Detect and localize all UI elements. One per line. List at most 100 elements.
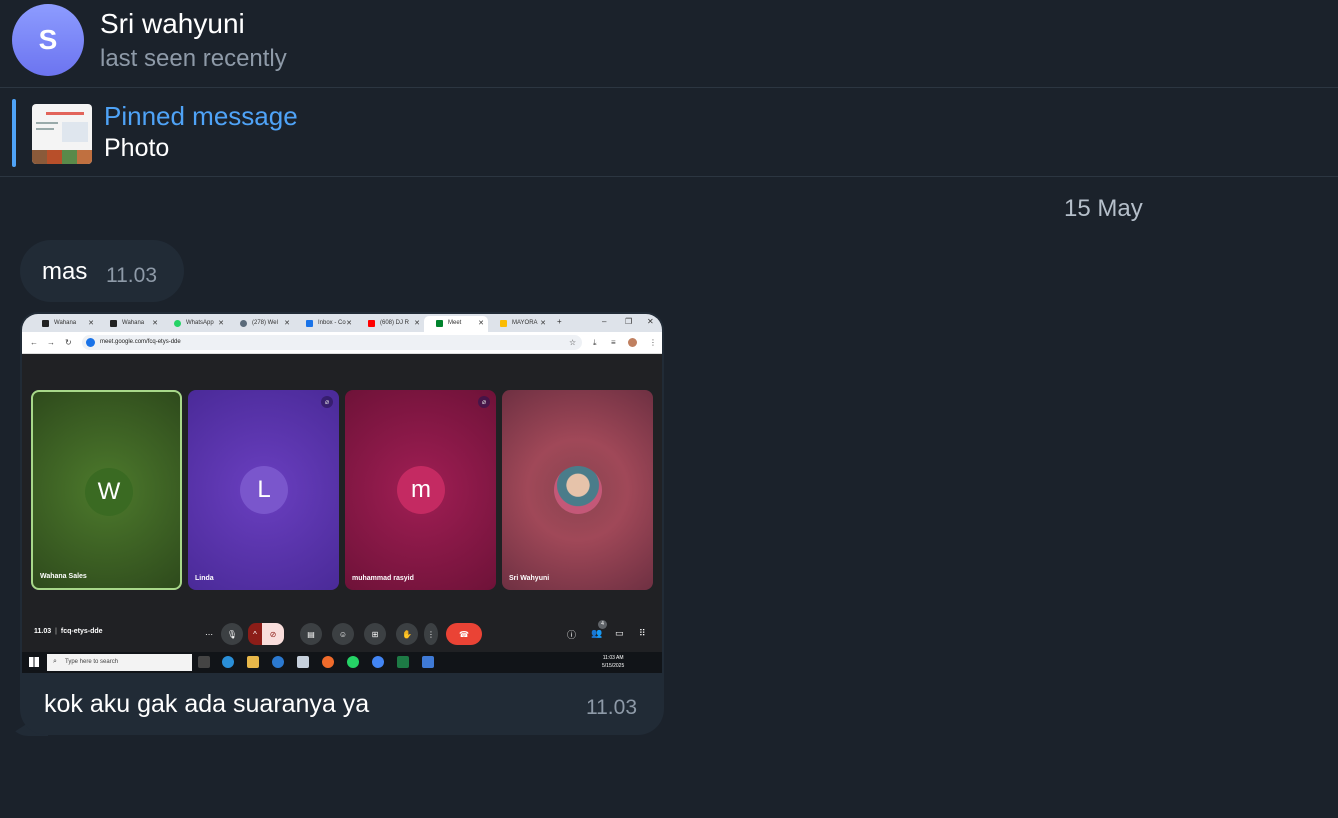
contact-avatar[interactable]: S (12, 4, 84, 76)
chat-icon[interactable]: ▭ (615, 628, 624, 639)
address-bar[interactable]: meet.google.com/fcq-etys-dde (82, 335, 582, 350)
chrome-icon[interactable] (372, 656, 384, 668)
chrome-profile-icon[interactable] (272, 656, 284, 668)
firefox-icon[interactable] (322, 656, 334, 668)
browser-tab[interactable]: Wahana ✕ (98, 316, 162, 332)
tab-favicon-icon (42, 320, 49, 327)
tab-label: Inbox - Co (318, 320, 346, 326)
meeting-time: 11.03 (34, 628, 52, 635)
browser-tab-active[interactable]: Meet ✕ (424, 316, 488, 332)
meet-controls: 11.03 | fcq-etys-dde ⋯ 🎙 ^ ⊘ ▤ ☺ ⊞ ✋ ⋮ ☎… (22, 619, 662, 649)
download-icon[interactable]: ⤓ (593, 338, 597, 348)
tab-favicon-icon (174, 320, 181, 327)
participant-tile[interactable]: ⌀ m muhammad rasyid (345, 390, 496, 590)
browser-tab[interactable]: Inbox - Co ✕ (294, 316, 356, 332)
camera-off-icon[interactable]: ⊘ (262, 623, 284, 645)
taskbar-search-text: Type here to search (65, 659, 119, 665)
captions-icon[interactable]: ▤ (300, 623, 322, 645)
info-icon[interactable]: ⓘ (567, 628, 576, 641)
tab-label: Meet (448, 320, 462, 326)
message-text: mas (42, 258, 88, 285)
participant-avatar: W (85, 468, 133, 516)
restore-icon[interactable]: ❐ (625, 317, 632, 326)
profile-avatar-icon[interactable] (628, 338, 637, 347)
taskbar-clock[interactable]: 11:03 AM 5/15/2025 (602, 654, 624, 670)
photo-caption: kok aku gak ada suaranya ya (44, 690, 370, 718)
message-time: 11.03 (586, 696, 637, 719)
site-info-icon[interactable] (86, 338, 95, 347)
excel-icon[interactable] (397, 656, 409, 668)
photo-attachment[interactable]: Wahana ✕ Wahana ✕ WhatsApp ✕ (278) Wel ✕ Inb… (22, 314, 662, 673)
windows-start-icon[interactable] (29, 657, 39, 667)
pinned-thumbnail (32, 104, 92, 164)
tab-label: WhatsApp (186, 320, 214, 326)
participant-tile[interactable]: ⌀ L Linda (188, 390, 339, 590)
calculator-icon[interactable] (422, 656, 434, 668)
pinned-message-bar[interactable]: Pinned message Photo (0, 89, 1338, 177)
participant-tile[interactable]: W Wahana Sales (31, 390, 182, 590)
browser-tab[interactable]: Wahana ✕ (30, 316, 98, 332)
tab-favicon-icon (110, 320, 117, 327)
people-icon[interactable]: 👥 (591, 628, 602, 639)
task-view-icon[interactable] (198, 656, 210, 668)
browser-tab[interactable]: WhatsApp ✕ (162, 316, 228, 332)
tab-label: Wahana (54, 320, 77, 326)
clock-time: 11:03 AM (602, 655, 624, 661)
participant-tile[interactable]: Sri Wahyuni (502, 390, 653, 590)
minimize-icon[interactable]: – (602, 317, 606, 326)
browser-tab[interactable]: (608) DJ R ✕ (356, 316, 424, 332)
message-bubble[interactable]: mas 11.03 (20, 240, 184, 302)
back-icon[interactable]: ← (30, 338, 38, 347)
meeting-info: 11.03 | fcq-etys-dde (34, 628, 103, 635)
more-audio-icon[interactable]: ⋯ (202, 623, 216, 645)
reload-icon[interactable]: ↻ (65, 338, 72, 347)
mic-icon[interactable]: 🎙 (221, 623, 243, 645)
meeting-code: fcq-etys-dde (60, 628, 103, 635)
pinned-title: Pinned message (104, 101, 298, 131)
pinned-text: Photo (104, 134, 170, 162)
participant-name: muhammad rasyid (352, 575, 414, 582)
browser-tab[interactable]: MAYORA ✕ (488, 316, 550, 332)
tab-favicon-icon (436, 320, 443, 327)
mic-off-icon: ⌀ (478, 396, 490, 408)
tab-label: Wahana (122, 320, 145, 326)
raise-hand-icon[interactable]: ✋ (396, 623, 418, 645)
clock-date: 5/15/2025 (602, 663, 625, 669)
whatsapp-icon[interactable] (347, 656, 359, 668)
present-icon[interactable]: ⊞ (364, 623, 386, 645)
tab-favicon-icon (306, 320, 313, 327)
browser-tab[interactable]: (278) Wel ✕ (228, 316, 294, 332)
taskbar-search[interactable]: ⌕ Type here to search (47, 654, 192, 671)
activities-icon[interactable]: ⠿ (639, 628, 646, 639)
participant-avatar: L (240, 466, 288, 514)
forward-icon[interactable]: → (47, 338, 55, 347)
participant-avatar: m (397, 466, 445, 514)
browser-tabstrip: Wahana ✕ Wahana ✕ WhatsApp ✕ (278) Wel ✕ Inb… (22, 314, 662, 332)
menu-icon[interactable]: ⋮ (649, 338, 657, 347)
video-options-icon[interactable]: ^ (248, 623, 262, 645)
bookmark-star-icon[interactable]: ☆ (569, 338, 576, 347)
url-text: meet.google.com/fcq-etys-dde (100, 339, 181, 345)
date-separator: 15 May (1064, 195, 1143, 222)
new-tab-icon[interactable]: + (557, 317, 562, 326)
search-icon: ⌕ (53, 658, 57, 665)
more-options-icon[interactable]: ⋮ (424, 623, 438, 645)
media-icon[interactable]: ≡ (611, 338, 616, 347)
pinned-indicator (12, 99, 16, 167)
windows-taskbar: ⌕ Type here to search 11:03 AM 5/15/2025 (22, 652, 662, 673)
contact-name[interactable]: Sri wahyuni (100, 8, 245, 40)
edge-icon[interactable] (222, 656, 234, 668)
participant-photo (554, 466, 602, 514)
file-explorer-icon[interactable] (247, 656, 259, 668)
app-icon[interactable] (297, 656, 309, 668)
participant-name: Sri Wahyuni (509, 575, 550, 582)
tab-favicon-icon (240, 320, 247, 327)
message-time: 11.03 (106, 264, 157, 287)
emoji-icon[interactable]: ☺ (332, 623, 354, 645)
mic-off-icon: ⌀ (321, 396, 333, 408)
leave-call-icon[interactable]: ☎ (446, 623, 482, 645)
close-icon[interactable]: ✕ (647, 317, 654, 326)
tab-favicon-icon (368, 320, 375, 327)
tab-label: MAYORA (512, 320, 538, 326)
chat-header: S Sri wahyuni last seen recently (0, 0, 1338, 88)
